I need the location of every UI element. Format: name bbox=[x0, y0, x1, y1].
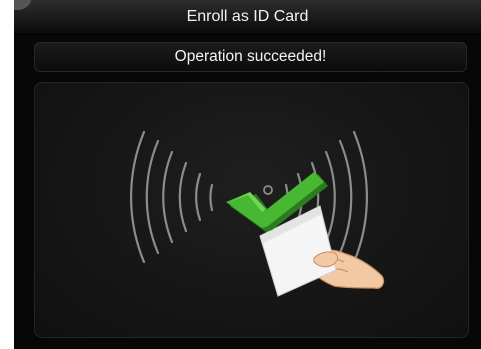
card-swipe-illustration bbox=[130, 130, 385, 297]
device-screen: Enroll as ID Card Operation succeeded! bbox=[14, 0, 481, 349]
title-bar: Enroll as ID Card bbox=[14, 0, 481, 35]
status-message: Operation succeeded! bbox=[174, 48, 327, 65]
title-bar-corner bbox=[14, 0, 32, 10]
page-title: Enroll as ID Card bbox=[186, 8, 309, 25]
status-message-panel: Operation succeeded! bbox=[34, 42, 467, 72]
illustration-panel bbox=[34, 82, 469, 338]
